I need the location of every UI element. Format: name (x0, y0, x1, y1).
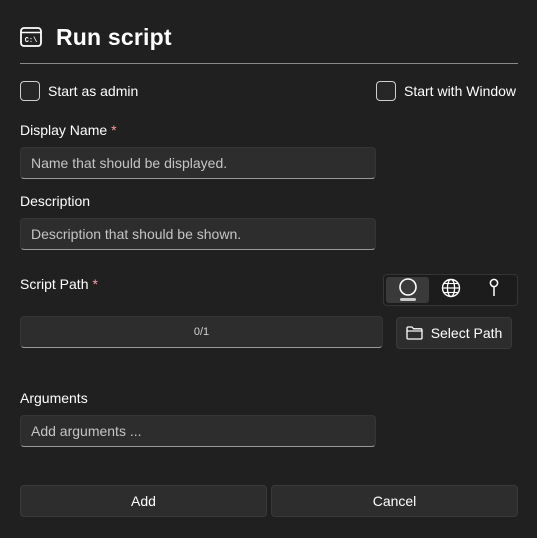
source-option-circle[interactable] (386, 277, 429, 303)
source-option-globe[interactable] (429, 277, 472, 303)
add-button[interactable]: Add (20, 485, 267, 517)
script-source-toggle[interactable] (383, 274, 518, 306)
dialog-header: C:\ Run script (20, 22, 172, 52)
start-with-window-checkbox[interactable]: Start with Window (376, 81, 516, 101)
circle-icon (398, 277, 418, 303)
arguments-label: Arguments (20, 390, 88, 406)
dialog-title: Run script (56, 23, 172, 50)
source-option-pin[interactable] (472, 277, 515, 303)
start-with-window-label: Start with Window (404, 83, 517, 99)
display-name-label: Display Name * (20, 122, 117, 138)
select-path-label: Select Path (430, 325, 503, 341)
run-script-dialog: C:\ Run script Start as admin Start with… (0, 0, 537, 538)
display-name-label-text: Display Name (20, 122, 108, 138)
pin-icon (487, 278, 501, 303)
checkbox-box[interactable] (20, 81, 40, 101)
terminal-icon: C:\ (20, 26, 42, 48)
cancel-button[interactable]: Cancel (271, 485, 518, 517)
folder-icon (406, 326, 423, 340)
start-as-admin-checkbox[interactable]: Start as admin (20, 81, 138, 101)
script-path-label: Script Path * (20, 276, 98, 292)
script-path-value: 0/1 (193, 326, 210, 338)
select-path-button[interactable]: Select Path (396, 317, 512, 349)
required-asterisk: * (92, 276, 98, 292)
description-label: Description (20, 193, 91, 209)
arguments-input[interactable] (20, 415, 376, 447)
svg-text:C:\: C:\ (25, 37, 38, 45)
header-divider (20, 63, 518, 64)
required-asterisk: * (111, 122, 117, 138)
display-name-input[interactable] (20, 147, 376, 179)
script-path-label-text: Script Path (20, 276, 89, 292)
description-input[interactable] (20, 218, 376, 250)
globe-icon (441, 278, 461, 303)
start-as-admin-label: Start as admin (48, 83, 139, 99)
script-path-field[interactable]: 0/1 (20, 316, 383, 348)
checkbox-box[interactable] (376, 81, 396, 101)
